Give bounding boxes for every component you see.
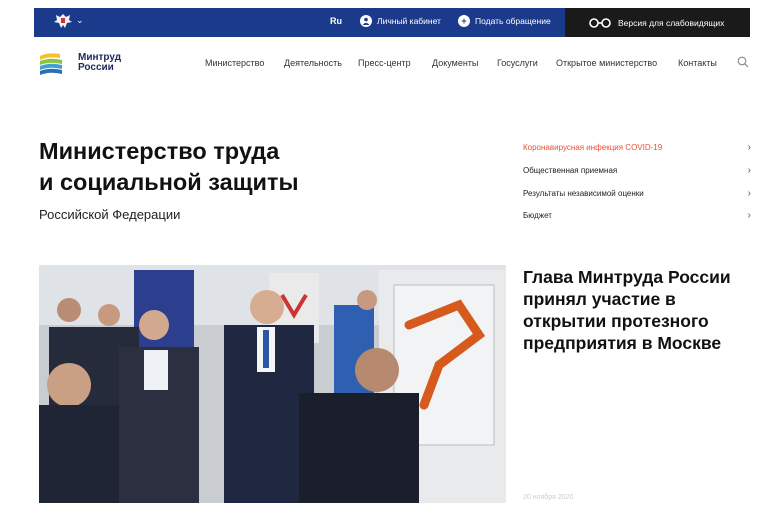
ministry-logo[interactable] xyxy=(38,50,64,78)
page-title: Министерство труда и социальной защиты xyxy=(39,136,299,198)
plus-icon: + xyxy=(458,15,470,27)
accessibility-version-button[interactable]: Версия для слабовидящих xyxy=(565,8,750,37)
chevron-right-icon: › xyxy=(747,164,751,176)
nav-item-contacts[interactable]: Контакты xyxy=(678,58,717,68)
page-subtitle: Российской Федерации xyxy=(39,207,181,222)
page-title-line2: и социальной защиты xyxy=(39,169,299,195)
nav-item-ministry[interactable]: Министерство xyxy=(205,58,264,68)
chevron-right-icon: › xyxy=(747,141,751,153)
quick-link-label: Коронавирусная инфекция COVID-19 xyxy=(523,142,663,152)
news-photo[interactable] xyxy=(39,265,506,503)
nav-item-activity[interactable]: Деятельность xyxy=(284,58,342,68)
submit-appeal-link[interactable]: + Подать обращение xyxy=(458,13,551,29)
accessibility-version-label: Версия для слабовидящих xyxy=(618,17,725,28)
logo-line2: России xyxy=(78,62,114,73)
page-title-line1: Министерство труда xyxy=(39,138,280,164)
news-date: 20 ноября 2020 xyxy=(523,494,574,501)
quick-link-label: Результаты независимой оценки xyxy=(523,188,644,198)
language-switch[interactable]: Ru xyxy=(330,16,342,26)
chevron-right-icon: › xyxy=(747,209,751,221)
chevron-right-icon: › xyxy=(747,187,751,199)
search-icon[interactable] xyxy=(737,56,749,68)
logo-text[interactable]: Минтруд России xyxy=(78,53,121,73)
nav-item-open-ministry[interactable]: Открытое министерство xyxy=(556,58,657,68)
user-icon xyxy=(360,15,372,27)
glasses-icon xyxy=(589,17,611,28)
news-headline[interactable]: Глава Минтруда России принял участие в о… xyxy=(523,266,758,354)
nav-item-documents[interactable]: Документы xyxy=(432,58,478,68)
quick-link-public-reception[interactable]: Общественная приемная › xyxy=(523,162,751,178)
submit-appeal-label: Подать обращение xyxy=(475,16,551,26)
nav-item-public-services[interactable]: Госуслуги xyxy=(497,58,538,68)
quick-link-covid[interactable]: Коронавирусная инфекция COVID-19 › xyxy=(523,139,751,155)
quick-link-budget[interactable]: Бюджет › xyxy=(523,207,751,223)
personal-cabinet-link[interactable]: Личный кабинет xyxy=(360,13,441,29)
chevron-down-icon[interactable]: ⌄ xyxy=(76,15,86,25)
emblem-icon[interactable] xyxy=(52,12,74,30)
nav-item-press-center[interactable]: Пресс-центр xyxy=(358,58,411,68)
personal-cabinet-label: Личный кабинет xyxy=(377,16,441,26)
quick-link-label: Бюджет xyxy=(523,210,552,220)
quick-link-label: Общественная приемная xyxy=(523,165,618,175)
quick-link-independent-assessment[interactable]: Результаты независимой оценки › xyxy=(523,185,751,201)
